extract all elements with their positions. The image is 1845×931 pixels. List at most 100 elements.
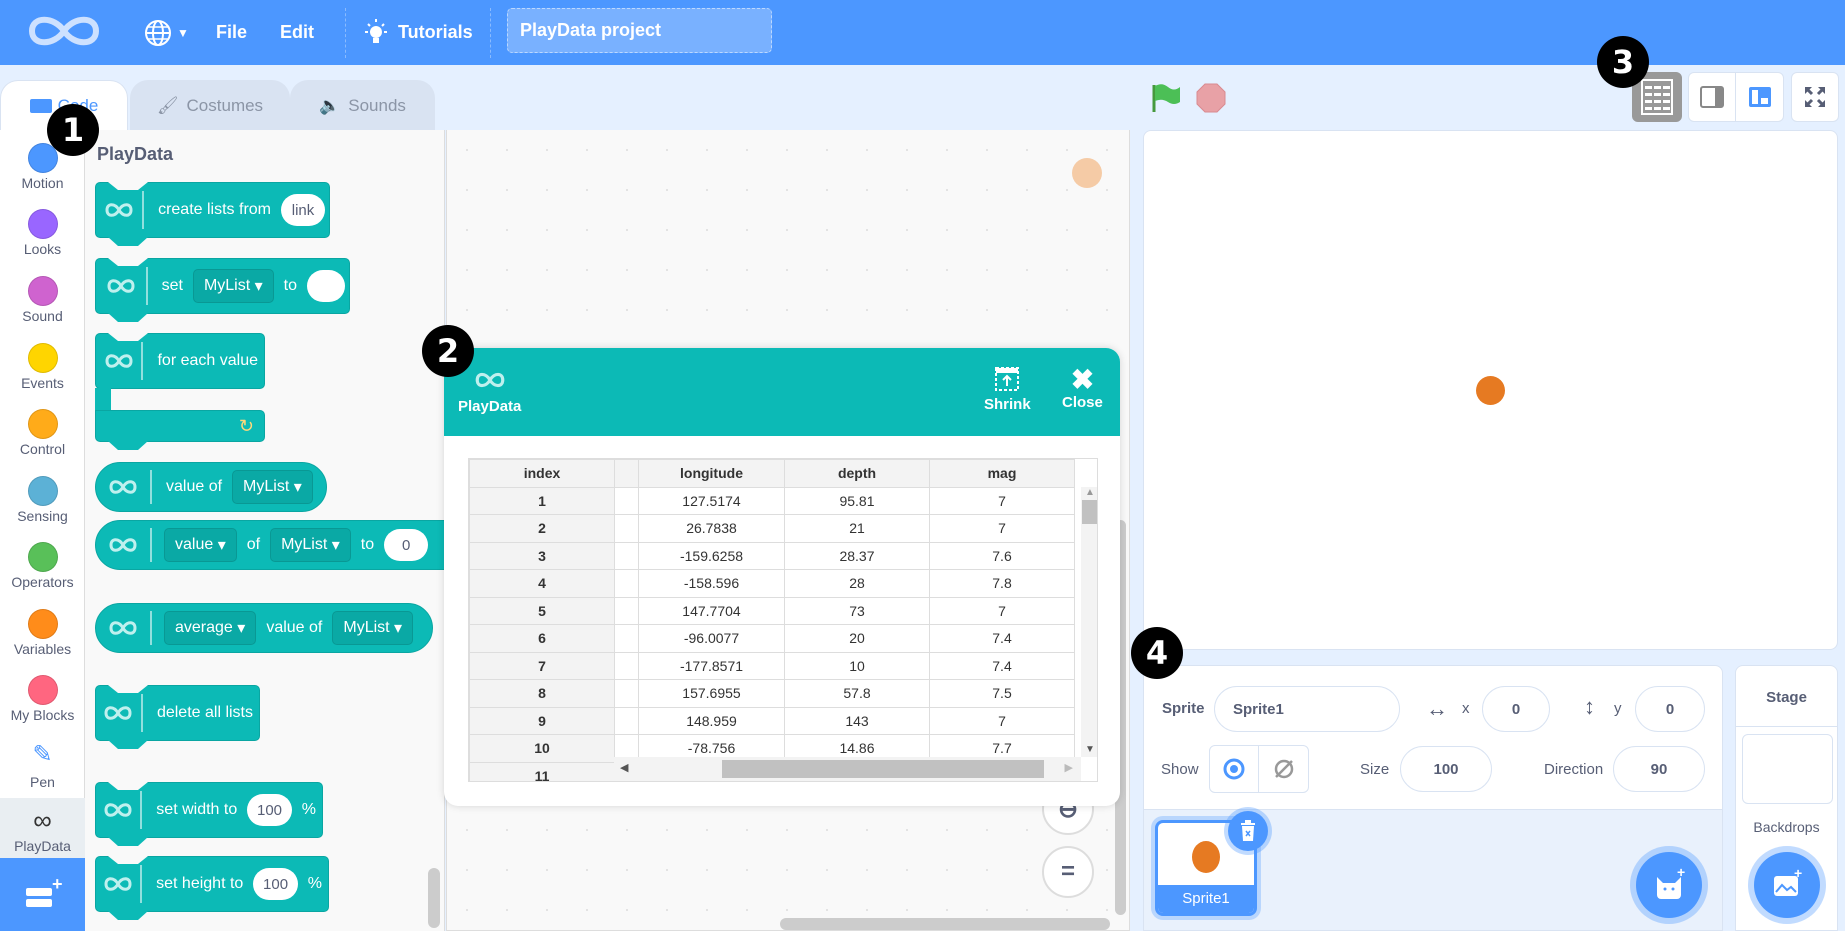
row-index-cell[interactable]: 5 (469, 596, 615, 625)
choose-sprite-button[interactable]: + (1636, 852, 1702, 918)
row-index-cell[interactable]: 4 (469, 569, 615, 598)
fullscreen-button[interactable] (1791, 72, 1839, 122)
table-cell[interactable] (614, 679, 639, 708)
zoom-reset-button[interactable]: = (1042, 846, 1094, 898)
shrink-button[interactable]: Shrink (984, 366, 1031, 413)
table-cell[interactable]: 7 (929, 596, 1075, 625)
backdrop-thumbnail[interactable] (1742, 734, 1833, 804)
table-horizontal-scrollbar[interactable]: ◀ ▶ (614, 757, 1081, 781)
table-cell[interactable]: 7.5 (929, 679, 1075, 708)
row-index-cell[interactable]: 10 (469, 734, 615, 763)
table-cell[interactable]: 127.5174 (638, 486, 785, 515)
table-row[interactable]: 3 -159.6258 28.37 7.6 (469, 541, 1075, 570)
table-cell[interactable]: 148.959 (638, 706, 785, 735)
table-cell[interactable]: -158.596 (638, 569, 785, 598)
table-cell[interactable] (614, 651, 639, 680)
number-input[interactable]: 0 (384, 529, 429, 561)
table-cell[interactable]: 10 (784, 651, 930, 680)
block-set-width[interactable]: set width to 100 % (95, 782, 323, 846)
block-set-height[interactable]: set height to 100 % (95, 856, 329, 920)
category-variables[interactable]: Variables (0, 601, 85, 667)
block-value-of[interactable]: value of MyList ▾ (95, 462, 327, 512)
sprite-on-stage[interactable] (1476, 376, 1505, 405)
table-cell[interactable]: 28 (784, 569, 930, 598)
operation-dropdown[interactable]: value ▾ (164, 528, 237, 562)
category-looks[interactable]: Looks (0, 201, 85, 267)
choose-backdrop-button[interactable]: + (1754, 852, 1820, 918)
block-create-lists[interactable]: create lists from link (95, 182, 330, 246)
close-button[interactable]: ✖ Close (1062, 366, 1103, 412)
palette-scrollbar[interactable] (428, 868, 440, 928)
edit-menu[interactable]: Edit (280, 0, 314, 65)
block-delete-all-lists[interactable]: delete all lists (95, 685, 260, 749)
table-cell[interactable] (614, 706, 639, 735)
statistic-dropdown[interactable]: average ▾ (164, 611, 257, 645)
scroll-thumb[interactable] (1082, 500, 1097, 524)
language-menu[interactable]: ▼ (143, 0, 189, 65)
row-index-cell[interactable]: 3 (469, 541, 615, 570)
category-sensing[interactable]: Sensing (0, 468, 85, 534)
value-input[interactable] (307, 270, 345, 302)
column-header[interactable]: index (469, 459, 615, 488)
table-cell[interactable]: 143 (784, 706, 930, 735)
data-table[interactable]: index longitude depth mag 1 127.5174 95.81… (468, 458, 1098, 782)
scroll-right-icon[interactable]: ▶ (1065, 761, 1073, 774)
link-input[interactable]: link (281, 194, 325, 226)
column-header[interactable] (614, 459, 639, 488)
table-row[interactable]: 4 -158.596 28 7.8 (469, 569, 1075, 598)
delete-sprite-button[interactable] (1228, 811, 1268, 851)
list-dropdown[interactable]: MyList ▾ (332, 611, 414, 645)
table-cell[interactable]: 57.8 (784, 679, 930, 708)
category-playdata[interactable]: ∞ PlayData (0, 798, 85, 858)
scroll-up-icon[interactable]: ▲ (1081, 487, 1097, 498)
row-index-cell[interactable]: 11 (469, 761, 615, 781)
table-cell[interactable]: 7.4 (929, 624, 1075, 653)
category-operators[interactable]: Operators (0, 534, 85, 600)
table-cell[interactable]: 157.6955 (638, 679, 785, 708)
row-index-cell[interactable]: 9 (469, 706, 615, 735)
table-cell[interactable]: -96.0077 (638, 624, 785, 653)
table-cell[interactable] (614, 569, 639, 598)
add-extension-button[interactable]: + (0, 858, 85, 931)
table-cell[interactable]: 73 (784, 596, 930, 625)
list-dropdown[interactable]: MyList ▾ (192, 269, 274, 303)
table-row[interactable]: 2 26.7838 21 7 (469, 514, 1075, 543)
table-row[interactable]: 9 148.959 143 7 (469, 706, 1075, 735)
table-cell[interactable] (614, 514, 639, 543)
project-title-input[interactable]: PlayData project (507, 8, 772, 53)
table-cell[interactable]: 7 (929, 706, 1075, 735)
table-cell[interactable]: 26.7838 (638, 514, 785, 543)
block-set-list[interactable]: set MyList ▾ to (95, 258, 350, 322)
direction-input[interactable]: 90 (1613, 746, 1705, 792)
block-for-each-value[interactable]: for each value (95, 333, 265, 389)
column-header[interactable]: longitude (638, 459, 785, 488)
table-cell[interactable]: 7.4 (929, 651, 1075, 680)
column-header[interactable]: depth (784, 459, 930, 488)
table-cell[interactable]: 147.7704 (638, 596, 785, 625)
scroll-down-icon[interactable]: ▼ (1081, 744, 1097, 755)
table-row[interactable]: 5 147.7704 73 7 (469, 596, 1075, 625)
y-position-input[interactable]: 0 (1635, 686, 1705, 732)
table-cell[interactable]: 21 (784, 514, 930, 543)
table-cell[interactable] (614, 486, 639, 515)
table-cell[interactable] (614, 624, 639, 653)
table-cell[interactable]: -177.8571 (638, 651, 785, 680)
category-events[interactable]: Events (0, 335, 85, 401)
x-position-input[interactable]: 0 (1482, 686, 1550, 732)
table-cell[interactable]: 7 (929, 514, 1075, 543)
show-sprite-button[interactable] (1210, 746, 1260, 792)
file-menu[interactable]: File (216, 0, 247, 65)
row-index-cell[interactable]: 8 (469, 679, 615, 708)
green-flag-button[interactable] (1150, 82, 1182, 119)
table-cell[interactable] (614, 541, 639, 570)
row-index-cell[interactable]: 7 (469, 651, 615, 680)
size-input[interactable]: 100 (1400, 746, 1492, 792)
category-pen[interactable]: ✎ Pen (0, 734, 85, 800)
table-cell[interactable]: 7.6 (929, 541, 1075, 570)
scroll-left-icon[interactable]: ◀ (620, 761, 628, 774)
tutorials-menu[interactable]: Tutorials (362, 0, 473, 65)
table-row[interactable]: 1 127.5174 95.81 7 (469, 486, 1075, 515)
block-average-value-of[interactable]: average ▾ value of MyList ▾ (95, 603, 433, 653)
height-input[interactable]: 100 (253, 868, 298, 900)
table-row[interactable]: 8 157.6955 57.8 7.5 (469, 679, 1075, 708)
